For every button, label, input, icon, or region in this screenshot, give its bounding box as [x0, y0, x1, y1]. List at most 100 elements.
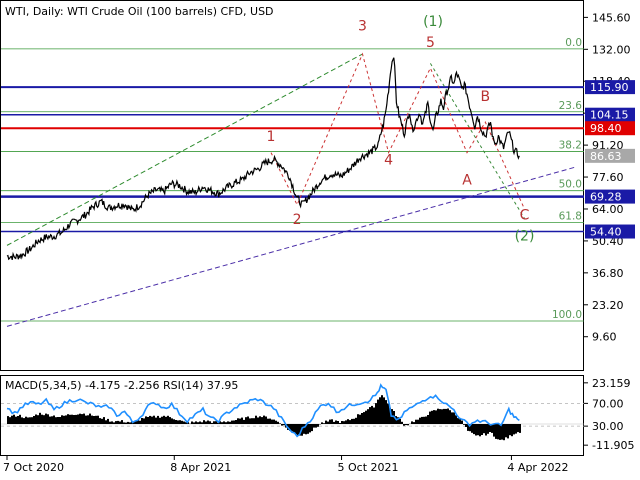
macd-histogram-bar [251, 418, 253, 424]
indicator-axis-tick-label: -11.905 [592, 439, 634, 452]
macd-histogram-bar [183, 421, 185, 424]
macd-histogram-bar [475, 424, 477, 436]
macd-histogram-bar [449, 410, 451, 424]
macd-histogram-bar [371, 405, 373, 424]
macd-histogram-bar [45, 413, 47, 424]
price-tag-label: 98.40 [590, 122, 622, 135]
macd-histogram-bar [165, 416, 167, 424]
macd-histogram-bar [313, 424, 315, 428]
macd-histogram-bar [145, 416, 147, 424]
macd-histogram-bar [13, 414, 15, 424]
macd-histogram-bar [173, 419, 175, 424]
macd-histogram-bar [89, 413, 91, 424]
macd-histogram-bar [261, 417, 263, 424]
macd-histogram-bar [317, 424, 319, 427]
macd-histogram-bar [373, 407, 375, 424]
macd-histogram-bar [363, 412, 365, 424]
macd-histogram-bar [479, 424, 481, 437]
macd-histogram-bar [67, 414, 69, 424]
macd-histogram-bar [487, 424, 489, 434]
macd-histogram-bar [141, 418, 143, 424]
macd-histogram-bar [53, 415, 55, 424]
macd-histogram-bar [63, 415, 65, 424]
macd-histogram-bar [265, 416, 267, 424]
macd-histogram-bar [321, 422, 323, 424]
macd-histogram-bar [497, 424, 499, 440]
macd-histogram-bar [327, 421, 329, 424]
macd-histogram-bar [269, 418, 271, 424]
macd-histogram-bar [303, 424, 305, 434]
macd-histogram-bar [229, 421, 231, 424]
price-tag-label: 115.90 [590, 81, 629, 94]
price-axis-tick-label: 23.20 [592, 299, 624, 312]
macd-histogram-bar [509, 424, 511, 436]
macd-histogram-bar [465, 424, 467, 427]
macd-histogram-bar [291, 424, 293, 432]
macd-histogram-bar [43, 415, 45, 424]
macd-histogram-bar [275, 420, 277, 424]
macd-histogram-bar [171, 418, 173, 424]
macd-histogram-bar [337, 421, 339, 424]
macd-histogram-bar [205, 421, 207, 424]
macd-histogram-bar [419, 417, 421, 424]
macd-histogram-bar [345, 420, 347, 424]
macd-histogram-bar [339, 423, 341, 424]
macd-histogram-bar [87, 415, 89, 424]
macd-histogram-bar [221, 422, 223, 424]
time-axis-tick-label: 5 Oct 2021 [338, 461, 399, 474]
indicator-axis-tick-label: 70.00 [592, 397, 624, 410]
macd-histogram-bar [441, 409, 443, 424]
macd-histogram-bar [377, 399, 379, 424]
macd-histogram-bar [181, 420, 183, 424]
macd-histogram-bar [139, 420, 141, 424]
macd-histogram-bar [481, 424, 483, 435]
macd-histogram-bar [215, 421, 217, 424]
macd-histogram-bar [17, 416, 19, 424]
macd-histogram-bar [223, 421, 225, 424]
macd-histogram-bar [179, 420, 181, 424]
price-tag-label: 54.40 [590, 226, 622, 239]
macd-histogram-bar [401, 421, 403, 424]
macd-histogram-bar [451, 412, 453, 424]
macd-histogram-bar [163, 415, 165, 424]
macd-histogram-bar [129, 422, 131, 424]
price-chart[interactable]: 0.023.638.250.061.8100.0 12345(1)ABC(2) … [0, 0, 640, 480]
macd-histogram-bar [161, 416, 163, 424]
wave-label: B [480, 89, 490, 105]
macd-histogram-bar [323, 423, 325, 424]
macd-histogram-bar [193, 422, 195, 424]
macd-histogram-bar [375, 403, 377, 424]
macd-histogram-bar [201, 422, 203, 424]
macd-histogram-bar [297, 424, 299, 436]
macd-histogram-bar [495, 424, 497, 439]
macd-histogram-bar [143, 418, 145, 424]
macd-histogram-bar [127, 421, 129, 424]
macd-histogram-bar [333, 421, 335, 424]
fibonacci-level-label: 61.8 [559, 210, 582, 222]
macd-histogram-bar [367, 409, 369, 424]
chart-title: WTI, Daily: WTI Crude Oil (100 barrels) … [5, 5, 274, 18]
macd-histogram-bar [463, 424, 465, 425]
macd-histogram-bar [211, 422, 213, 424]
price-axis-tick-label: 145.60 [592, 11, 631, 24]
macd-histogram-bar [455, 415, 457, 424]
macd-histogram-bar [105, 420, 107, 424]
macd-histogram-bar [253, 418, 255, 424]
macd-histogram-bar [71, 414, 73, 424]
macd-histogram-bar [149, 415, 151, 424]
macd-histogram-bar [513, 424, 515, 435]
macd-histogram-bar [225, 422, 227, 424]
macd-histogram-bar [353, 418, 355, 424]
macd-histogram-bar [77, 414, 79, 424]
macd-histogram-bar [61, 415, 63, 424]
macd-histogram-bar [91, 415, 93, 424]
macd-histogram-bar [29, 417, 31, 424]
indicator-label: MACD(5,34,5) -4.175 -2.256 RSI(14) 37.95 [5, 379, 238, 392]
macd-histogram-bar [315, 424, 317, 428]
macd-histogram-bar [115, 421, 117, 424]
macd-histogram-bar [75, 414, 77, 424]
macd-histogram-bar [405, 424, 407, 426]
macd-histogram-bar [103, 417, 105, 424]
macd-histogram-bar [237, 418, 239, 424]
price-axis-tick-label: 36.80 [592, 267, 624, 280]
